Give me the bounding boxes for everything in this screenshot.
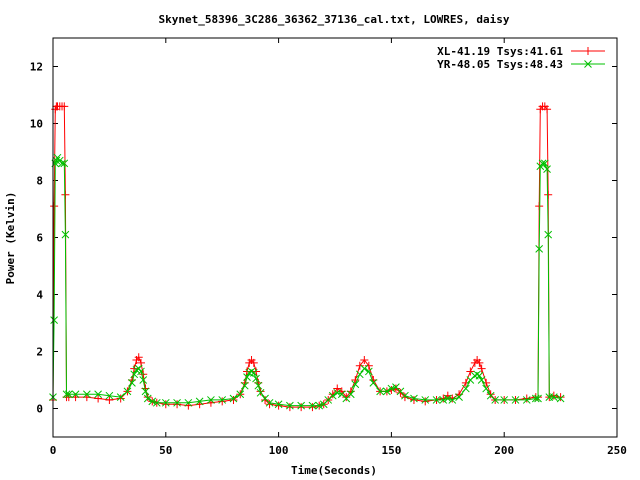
data-point [556,393,565,402]
x-tick-label: 0 [50,444,57,457]
series-line [52,105,561,408]
data-point [173,400,182,409]
data-point [421,397,430,406]
y-tick-label: 2 [36,346,43,359]
x-tick-label: 150 [381,444,401,457]
data-point [218,397,227,406]
data-point [308,403,317,412]
y-tick-label: 4 [36,289,43,302]
y-tick-label: 12 [30,61,43,74]
series-layer [49,102,565,412]
data-point [477,364,486,373]
chart-title: Skynet_58396_3C286_36362_37136_cal.txt, … [159,13,510,26]
data-point [297,403,306,412]
data-point [252,367,261,376]
data-point [94,394,103,403]
data-point [50,202,59,211]
data-point [522,394,531,403]
data-point [473,370,481,379]
x-tick-label: 250 [607,444,627,457]
chart: Skynet_58396_3C286_36362_37136_cal.txt, … [4,13,627,477]
data-point [274,401,283,410]
legend-label: XL-41.19 Tsys:41.61 [437,45,563,58]
y-tick-label: 6 [36,232,43,245]
y-tick-label: 8 [36,175,43,188]
legend: XL-41.19 Tsys:41.61YR-48.05 Tsys:48.43 [437,45,605,71]
x-axis-label: Time(Seconds) [291,464,377,477]
data-point [105,395,114,404]
x-tick-label: 100 [269,444,289,457]
legend-label: YR-48.05 Tsys:48.43 [437,58,563,71]
y-tick-label: 10 [30,118,43,131]
data-point [360,364,369,373]
data-point [60,102,69,111]
y-tick-label: 0 [36,403,43,416]
data-point [535,202,544,211]
data-point [61,190,70,199]
data-point [161,400,170,409]
x-tick-label: 50 [159,444,172,457]
series-1 [49,102,565,412]
legend-marker [584,47,592,55]
x-tick-label: 200 [494,444,514,457]
series-2 [49,153,565,410]
data-point [544,190,553,199]
data-point [252,374,260,383]
y-axis-label: Power (Kelvin) [4,192,17,285]
data-point [285,403,294,412]
